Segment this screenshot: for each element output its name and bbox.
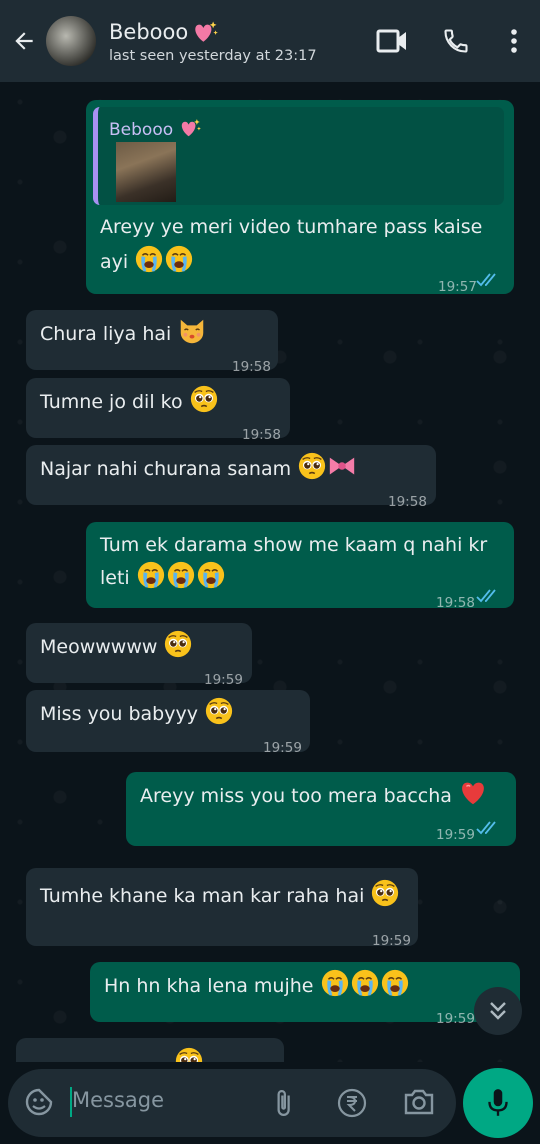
message-text: Miss you babyyy xyxy=(40,703,198,725)
back-button[interactable] xyxy=(2,0,46,82)
reply-author: Bebooo xyxy=(109,120,174,140)
message-input[interactable]: Message xyxy=(72,1088,164,1112)
crying-face-icon xyxy=(350,968,380,998)
rupee-icon xyxy=(337,1088,367,1118)
camera-button[interactable] xyxy=(402,1087,436,1121)
sparkling-heart-icon xyxy=(192,19,218,45)
pleading-face-icon xyxy=(174,1046,204,1062)
message-time: 19:59 xyxy=(436,827,475,843)
read-ticks-icon xyxy=(476,820,502,836)
crying-face-icon xyxy=(380,968,410,998)
video-call-icon xyxy=(376,29,406,53)
more-options-button[interactable] xyxy=(488,0,540,82)
message-text: Najar nahi churana sanam xyxy=(40,458,292,480)
crying-face-icon xyxy=(136,560,166,590)
read-ticks-icon xyxy=(476,272,502,288)
message-bubble-incoming[interactable] xyxy=(16,1038,284,1062)
message-time: 19:58 xyxy=(436,595,475,611)
back-arrow-icon xyxy=(15,32,33,50)
read-ticks-icon xyxy=(476,588,502,604)
message-text: Areyy ye meri video tumhare pass kaise xyxy=(100,216,483,238)
smiling-cat-icon xyxy=(177,316,207,346)
mic-icon xyxy=(488,1089,508,1116)
message-text: Areyy miss you too mera baccha xyxy=(140,785,452,807)
message-time: 19:59 xyxy=(436,1011,475,1027)
contact-info[interactable]: Bebooo last seen yesterday at 23:17 xyxy=(109,19,317,64)
pleading-face-icon xyxy=(297,451,327,481)
message-bubble-incoming[interactable]: Chura liya hai 19:58 xyxy=(26,310,278,375)
crying-face-icon xyxy=(320,968,350,998)
message-bubble-outgoing[interactable]: Tum ek darama show me kaam q nahi kr let… xyxy=(86,522,514,611)
crying-face-icon xyxy=(166,560,196,590)
pleading-face-icon xyxy=(189,384,219,414)
message-time: 19:59 xyxy=(372,933,411,949)
message-bubble-incoming[interactable]: Najar nahi churana sanam 19:58 xyxy=(26,445,436,510)
double-chevron-down-icon xyxy=(490,1002,506,1020)
crying-face-icon xyxy=(164,244,194,274)
message-bubble-outgoing[interactable]: Hn hn kha lena mujhe 19:59 xyxy=(90,962,520,1027)
pleading-face-icon xyxy=(204,696,234,726)
more-vert-icon xyxy=(511,29,517,53)
message-time: 19:59 xyxy=(263,740,302,756)
message-bubble-outgoing[interactable]: Areyy miss you too mera baccha 19:59 xyxy=(126,772,516,846)
phone-icon xyxy=(444,29,468,53)
attach-icon xyxy=(277,1090,290,1116)
message-text: Tumhe khane ka man kar raha hai xyxy=(40,885,365,907)
message-text: Meowwwww xyxy=(40,636,158,658)
voice-call-button[interactable] xyxy=(424,0,488,82)
chat-header: Bebooo last seen yesterday at 23:17 xyxy=(0,0,540,82)
red-heart-icon xyxy=(458,778,488,808)
ribbon-bow-icon xyxy=(327,451,357,481)
message-list[interactable]: Bebooo Areyy ye meri video tumhare pass … xyxy=(0,82,540,1062)
attach-button[interactable] xyxy=(268,1087,298,1123)
message-bubble-incoming[interactable]: Tumhe khane ka man kar raha hai 19:59 xyxy=(26,868,418,949)
message-text: Tumne jo dil ko xyxy=(40,391,183,413)
voice-message-button[interactable] xyxy=(463,1068,533,1138)
sparkling-heart-icon xyxy=(179,117,201,139)
message-time: 19:58 xyxy=(388,494,427,510)
message-text: Tum ek darama show me kaam q nahi kr xyxy=(100,534,488,556)
last-seen-status: last seen yesterday at 23:17 xyxy=(109,47,317,64)
message-input-box[interactable]: Message xyxy=(8,1069,456,1137)
crying-face-icon xyxy=(134,244,164,274)
scroll-to-bottom-button[interactable] xyxy=(474,987,522,1035)
message-bubble-incoming[interactable]: Tumne jo dil ko 19:58 xyxy=(26,378,290,443)
reply-video-thumbnail xyxy=(116,142,176,202)
message-bubble-incoming[interactable]: Miss you babyyy 19:59 xyxy=(26,690,310,756)
avatar[interactable] xyxy=(46,16,96,66)
message-time: 19:57 xyxy=(438,279,477,295)
message-bubble-outgoing[interactable]: Bebooo Areyy ye meri video tumhare pass … xyxy=(86,100,514,295)
camera-icon xyxy=(404,1089,434,1115)
quoted-reply[interactable]: Bebooo xyxy=(93,107,504,205)
sticker-button[interactable] xyxy=(24,1087,54,1121)
payment-button[interactable] xyxy=(336,1087,368,1123)
message-text: ayi xyxy=(100,251,129,273)
message-text: Chura liya hai xyxy=(40,323,172,345)
video-call-button[interactable] xyxy=(360,0,424,82)
pleading-face-icon xyxy=(163,629,193,659)
contact-name: Bebooo xyxy=(109,19,189,44)
sticker-icon xyxy=(25,1088,53,1116)
pleading-face-icon xyxy=(370,878,400,908)
message-text: Hn hn kha lena mujhe xyxy=(104,975,314,997)
crying-face-icon xyxy=(196,560,226,590)
message-text: leti xyxy=(100,567,130,589)
composer-bar: Message xyxy=(0,1062,540,1144)
message-bubble-incoming[interactable]: Meowwwww 19:59 xyxy=(26,623,252,688)
